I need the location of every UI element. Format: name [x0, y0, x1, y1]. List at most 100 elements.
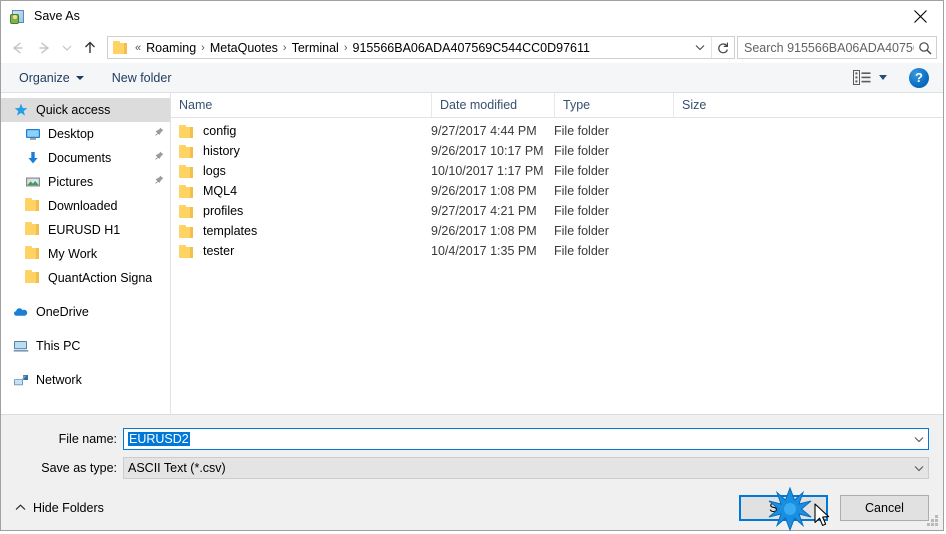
pin-icon[interactable] — [152, 151, 166, 165]
sidebar-item-label: EURUSD H1 — [48, 223, 121, 237]
table-row[interactable]: tester 10/4/2017 1:35 PM File folder — [171, 241, 943, 261]
file-type-cell: File folder — [554, 244, 609, 258]
breadcrumb-item-0[interactable]: Roaming — [143, 41, 199, 55]
file-name-label: templates — [203, 224, 258, 238]
navigation-bar: « Roaming › MetaQuotes › Terminal › 9155… — [1, 32, 943, 63]
help-label: ? — [915, 70, 923, 85]
save-button[interactable]: Save — [739, 495, 828, 521]
file-date-cell: 10/4/2017 1:35 PM — [431, 244, 537, 258]
organize-label: Organize — [19, 70, 70, 85]
address-dropdown-icon[interactable] — [689, 37, 711, 58]
folder-icon — [179, 164, 195, 178]
resize-grip[interactable] — [926, 514, 938, 526]
file-date-cell: 9/27/2017 4:44 PM — [431, 124, 537, 138]
breadcrumb-item-1[interactable]: MetaQuotes — [207, 41, 281, 55]
refresh-icon[interactable] — [711, 37, 734, 58]
file-name-value[interactable]: EURUSD2 — [124, 432, 910, 446]
file-name-cell: MQL4 — [171, 184, 431, 198]
chevron-down-icon — [879, 75, 887, 80]
organize-button[interactable]: Organize — [9, 66, 94, 90]
table-row[interactable]: history 9/26/2017 10:17 PM File folder — [171, 141, 943, 161]
cloud-icon — [13, 304, 29, 320]
column-header-type[interactable]: Type — [554, 93, 673, 117]
dialog-body: Quick access Desktop Documents Pictures … — [1, 93, 943, 414]
file-type-cell: File folder — [554, 124, 609, 138]
breadcrumb-sep-2: › — [343, 41, 348, 54]
pin-icon[interactable] — [152, 175, 166, 189]
column-header-name[interactable]: Name ˄ — [171, 93, 431, 117]
sidebar-item-pictures[interactable]: Pictures — [1, 170, 170, 194]
file-date-cell: 9/26/2017 10:17 PM — [431, 144, 544, 158]
new-folder-button[interactable]: New folder — [102, 66, 182, 90]
file-name-input[interactable]: EURUSD2 — [123, 428, 929, 450]
column-header-size[interactable]: Size — [673, 93, 753, 117]
breadcrumb-sep-1: › — [282, 41, 287, 54]
breadcrumb-item-2[interactable]: Terminal — [289, 41, 342, 55]
recent-locations-icon[interactable] — [57, 35, 77, 61]
sidebar-item-downloaded[interactable]: Downloaded — [1, 194, 170, 218]
sort-ascending-icon: ˄ — [299, 93, 308, 96]
sidebar-item-this-pc[interactable]: This PC — [1, 334, 170, 358]
file-type-cell: File folder — [554, 164, 609, 178]
save-as-type-select[interactable]: ASCII Text (*.csv) — [123, 457, 929, 479]
navigation-sidebar: Quick access Desktop Documents Pictures … — [1, 93, 171, 414]
table-row[interactable]: MQL4 9/26/2017 1:08 PM File folder — [171, 181, 943, 201]
sidebar-item-documents[interactable]: Documents — [1, 146, 170, 170]
search-icon[interactable] — [914, 41, 936, 55]
sidebar-item-quantaction-signal[interactable]: QuantAction Signal — [1, 266, 170, 290]
folder-icon — [179, 144, 195, 158]
back-icon[interactable] — [5, 35, 31, 61]
cancel-button[interactable]: Cancel — [840, 495, 929, 521]
breadcrumb-item-3[interactable]: 915566BA06ADA407569C544CC0D97611 — [350, 41, 593, 55]
command-bar: Organize New folder ? — [1, 63, 943, 93]
hide-folders-button[interactable]: Hide Folders — [15, 501, 104, 515]
breadcrumb-overflow[interactable]: « — [133, 42, 143, 54]
chevron-down-icon[interactable] — [910, 465, 928, 472]
sidebar-item-my-work[interactable]: My Work — [1, 242, 170, 266]
file-name-cell: templates — [171, 224, 431, 238]
address-bar[interactable]: « Roaming › MetaQuotes › Terminal › 9155… — [107, 36, 735, 59]
sidebar-item-quick-access[interactable]: Quick access — [1, 98, 170, 122]
table-row[interactable]: profiles 9/27/2017 4:21 PM File folder — [171, 201, 943, 221]
table-row[interactable]: config 9/27/2017 4:44 PM File folder — [171, 121, 943, 141]
save-as-type-value: ASCII Text (*.csv) — [128, 461, 226, 475]
sidebar-item-label: OneDrive — [36, 305, 89, 319]
file-name-label: config — [203, 124, 237, 138]
column-header-date-modified[interactable]: Date modified — [431, 93, 554, 117]
forward-icon[interactable] — [31, 35, 57, 61]
chevron-up-icon — [15, 502, 26, 514]
file-rows: config 9/27/2017 4:44 PM File folder his… — [171, 118, 943, 414]
column-header-row: Name ˄ Date modified Type Size — [171, 93, 943, 118]
file-type-cell: File folder — [554, 224, 609, 238]
table-row[interactable]: templates 9/26/2017 1:08 PM File folder — [171, 221, 943, 241]
file-name-label: MQL4 — [203, 184, 238, 198]
up-icon[interactable] — [77, 35, 103, 61]
breadcrumb-sep-0: › — [201, 41, 205, 54]
network-icon — [13, 372, 29, 388]
search-input[interactable]: Search 915566BA06ADA40756... — [738, 41, 914, 55]
sidebar-item-desktop[interactable]: Desktop — [1, 122, 170, 146]
file-date-cell: 9/27/2017 4:21 PM — [431, 204, 537, 218]
table-row[interactable]: logs 10/10/2017 1:17 PM File folder — [171, 161, 943, 181]
file-type-row: Save as type: ASCII Text (*.csv) — [1, 457, 943, 479]
sidebar-item-label: Pictures — [48, 175, 94, 189]
help-button[interactable]: ? — [909, 67, 929, 88]
sidebar-item-label: My Work — [48, 247, 98, 261]
file-date-cell: 9/26/2017 1:08 PM — [431, 224, 537, 238]
sidebar-item-network[interactable]: Network — [1, 368, 170, 392]
sidebar-item-onedrive[interactable]: OneDrive — [1, 300, 170, 324]
column-header-name-label: Name — [179, 98, 213, 112]
close-icon[interactable] — [897, 1, 943, 32]
sidebar-item-label: Quick access — [36, 103, 111, 117]
sidebar-item-eurusd-h1[interactable]: EURUSD H1 — [1, 218, 170, 242]
pin-icon[interactable] — [152, 127, 166, 141]
breadcrumb: « Roaming › MetaQuotes › Terminal › 9155… — [133, 41, 689, 55]
search-box[interactable]: Search 915566BA06ADA40756... — [737, 36, 937, 59]
sidebar-item-label: QuantAction Signal — [48, 271, 152, 285]
monitor-icon — [25, 126, 41, 142]
sidebar-item-label: Downloaded — [48, 199, 118, 213]
folder-icon — [25, 198, 41, 214]
chevron-down-icon[interactable] — [910, 436, 928, 443]
change-view-button[interactable] — [849, 66, 891, 90]
